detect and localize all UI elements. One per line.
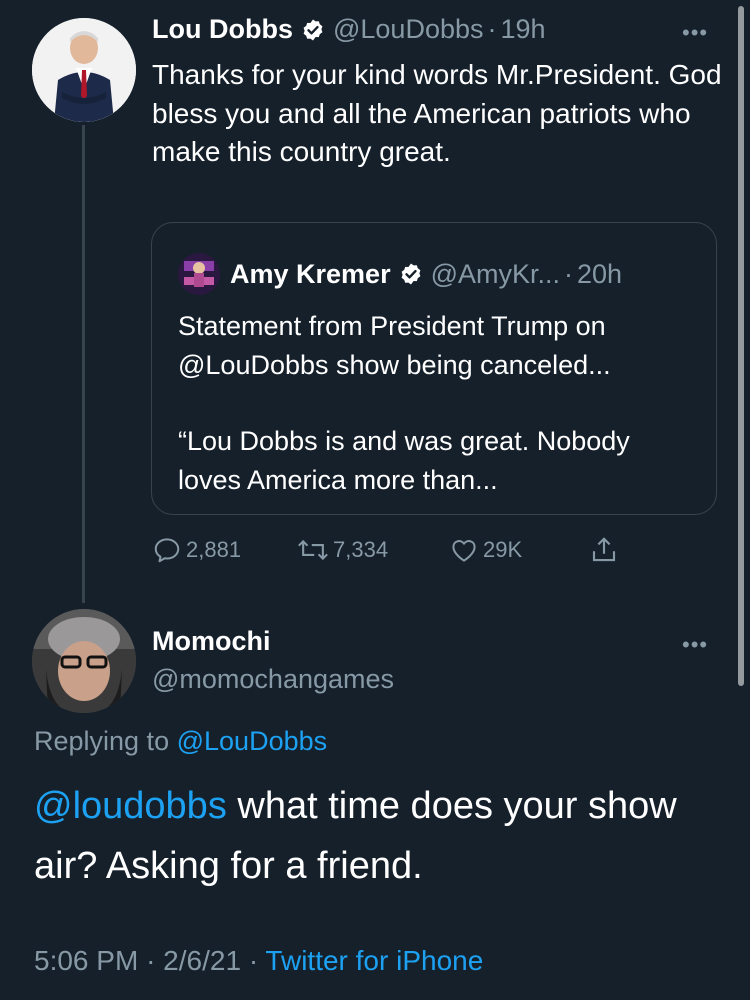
- separator-dot: ·: [146, 945, 156, 976]
- tweet-header: Lou Dobbs @LouDobbs · 19h: [152, 14, 546, 45]
- verified-badge-icon: [301, 18, 325, 42]
- separator-dot: ·: [248, 945, 259, 976]
- reply-icon: [154, 538, 180, 563]
- retweet-icon: [298, 539, 328, 561]
- quoted-text-line-1: Statement from President Trump on @LouDo…: [178, 311, 611, 380]
- quoted-tweet-text: Statement from President Trump on @LouDo…: [178, 307, 698, 499]
- more-options-icon[interactable]: •••: [682, 632, 708, 658]
- like-icon: [452, 540, 476, 562]
- quoted-author-handle: @AmyKr...: [430, 258, 561, 289]
- like-count: 29K: [483, 537, 523, 562]
- replying-to-link[interactable]: @LouDobbs: [177, 726, 328, 756]
- separator-dot: ·: [564, 258, 574, 289]
- quoted-tweet-card[interactable]: Amy Kremer @AmyKr... · 20h Statement fro…: [151, 222, 717, 515]
- author-handle[interactable]: @LouDobbs: [333, 14, 484, 45]
- quoted-author-name: Amy Kremer: [230, 258, 391, 289]
- reply-count: 2,881: [186, 537, 242, 562]
- quoted-tweet-header: Amy Kremer @AmyKr... · 20h: [178, 253, 622, 295]
- avatar-portrait-icon: [178, 253, 220, 295]
- tweet-text: Thanks for your kind words Mr.President.…: [152, 59, 722, 167]
- quoted-text-line-2: “Lou Dobbs is and was great. Nobody love…: [178, 426, 630, 495]
- lou-dobbs-avatar[interactable]: [32, 18, 136, 122]
- retweet-button[interactable]: 7,334: [297, 535, 449, 565]
- reply-author-handle[interactable]: @momochangames: [152, 664, 394, 695]
- author-name[interactable]: Lou Dobbs: [152, 14, 293, 45]
- tweet-timestamp[interactable]: 19h: [501, 14, 546, 45]
- separator-dot: ·: [487, 14, 497, 44]
- mention-link[interactable]: @loudobbs: [34, 785, 227, 827]
- avatar-portrait-icon: [32, 609, 136, 713]
- like-button[interactable]: 29K: [449, 535, 589, 565]
- replying-prefix: Replying to: [34, 726, 170, 756]
- share-icon: [592, 537, 616, 562]
- post-time[interactable]: 5:06 PM: [34, 945, 138, 976]
- retweet-count: 7,334: [333, 537, 389, 562]
- momochi-avatar[interactable]: [32, 609, 136, 713]
- tweet-action-bar: 2,881 7,334 29K: [152, 532, 623, 568]
- verified-badge-icon: [399, 262, 423, 286]
- quoted-timestamp: 20h: [577, 258, 623, 289]
- reply-text: @loudobbs what time does your show air? …: [34, 776, 724, 896]
- tweet-metadata: 5:06 PM · 2/6/21 · Twitter for iPhone: [34, 945, 483, 977]
- reply-author-name[interactable]: Momochi: [152, 626, 271, 657]
- more-options-icon[interactable]: •••: [682, 20, 708, 46]
- thread-connector-line: [82, 125, 85, 603]
- amy-kremer-avatar: [178, 253, 220, 295]
- reply-button[interactable]: 2,881: [152, 535, 297, 565]
- source-app-link[interactable]: Twitter for iPhone: [265, 945, 483, 976]
- share-button[interactable]: [589, 535, 623, 565]
- replying-to-line: Replying to @LouDobbs: [34, 726, 327, 757]
- scrollbar[interactable]: [738, 6, 744, 686]
- avatar-portrait-icon: [32, 18, 136, 122]
- post-date[interactable]: 2/6/21: [163, 945, 241, 976]
